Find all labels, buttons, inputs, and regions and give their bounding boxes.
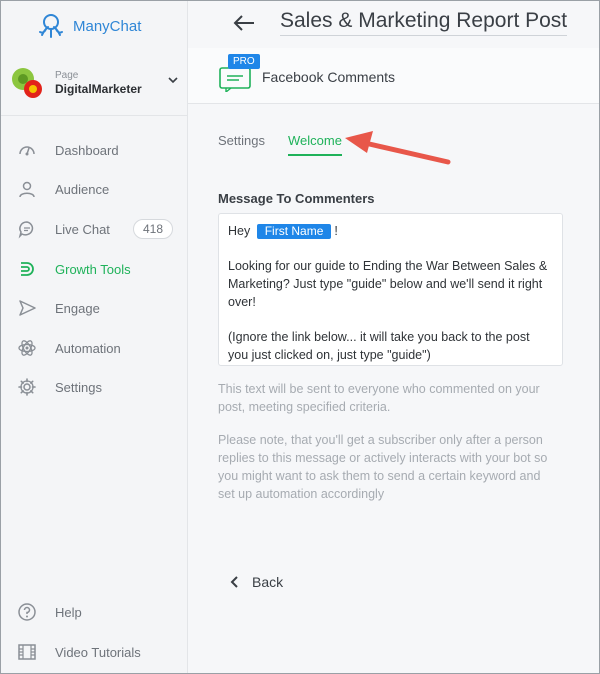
tab-welcome[interactable]: Welcome xyxy=(288,133,342,156)
first-name-chip[interactable]: First Name xyxy=(256,224,332,239)
sidebar-divider xyxy=(1,115,188,116)
sidebar-item-label: Settings xyxy=(55,379,102,395)
back-arrow-icon[interactable] xyxy=(232,11,256,35)
sidebar-item-engage[interactable]: Engage xyxy=(1,293,188,323)
greeting-punct: ! xyxy=(334,224,338,238)
sidebar-item-label: Dashboard xyxy=(55,142,119,158)
page-avatar xyxy=(9,65,45,101)
page-name: DigitalMarketer xyxy=(55,82,142,96)
pro-badge: PRO xyxy=(228,54,260,69)
manychat-logo-icon xyxy=(39,14,63,38)
sidebar: ManyChat Page DigitalMarketer Dashboard … xyxy=(1,1,188,673)
help-icon xyxy=(18,603,36,621)
main-panel: Sales & Marketing Report Post PRO Facebo… xyxy=(188,1,599,673)
sidebar-item-dashboard[interactable]: Dashboard xyxy=(1,135,188,165)
send-icon xyxy=(19,300,36,316)
dashboard-icon xyxy=(19,146,35,156)
message-textarea[interactable]: Hey First Name! Looking for our guide to… xyxy=(218,213,563,366)
message-paragraph-2: (Ignore the link below... it will take y… xyxy=(228,330,530,362)
sidebar-item-help[interactable]: Help xyxy=(1,597,188,627)
tab-settings[interactable]: Settings xyxy=(218,133,265,148)
user-icon xyxy=(19,181,35,198)
magnet-icon xyxy=(21,262,34,276)
page-title[interactable]: Sales & Marketing Report Post xyxy=(280,9,568,36)
sidebar-item-settings[interactable]: Settings xyxy=(1,372,188,402)
widget-title: Facebook Comments xyxy=(262,69,396,85)
message-paragraph-1: Looking for our guide to Ending the War … xyxy=(228,259,548,309)
back-label: Back xyxy=(252,574,284,590)
atom-icon xyxy=(18,340,36,356)
widget-header: PRO Facebook Comments xyxy=(188,48,599,104)
sidebar-item-video-tutorials[interactable]: Video Tutorials xyxy=(1,637,188,667)
sidebar-item-label: Growth Tools xyxy=(55,261,131,277)
hint-text: This text will be sent to everyone who c… xyxy=(218,382,540,414)
brand-name: ManyChat xyxy=(73,17,142,35)
chat-icon xyxy=(18,221,34,239)
gear-icon xyxy=(18,378,36,396)
back-button[interactable]: Back xyxy=(228,571,283,593)
sidebar-item-live-chat[interactable]: Live Chat 418 xyxy=(1,214,188,244)
note-text: Please note, that you'll get a subscribe… xyxy=(218,433,548,501)
greeting-text: Hey xyxy=(228,224,251,238)
annotation-arrow-icon xyxy=(345,131,451,165)
sidebar-item-growth-tools[interactable]: Growth Tools xyxy=(1,254,188,284)
page-avatar-image xyxy=(12,68,42,98)
chevron-left-icon xyxy=(230,576,238,588)
sidebar-item-label: Help xyxy=(55,604,82,620)
brand-logo[interactable]: ManyChat xyxy=(37,13,141,39)
page-switcher[interactable]: Page DigitalMarketer xyxy=(9,65,184,101)
sidebar-item-label: Live Chat xyxy=(55,221,110,237)
top-bar: Sales & Marketing Report Post xyxy=(188,1,599,47)
sidebar-item-audience[interactable]: Audience xyxy=(1,174,188,204)
chevron-down-icon[interactable] xyxy=(168,75,178,85)
sidebar-item-label: Engage xyxy=(55,300,100,316)
page-label: Page xyxy=(55,70,79,81)
message-section-label: Message To Commenters xyxy=(218,191,375,206)
live-chat-count-badge: 418 xyxy=(133,219,174,239)
sidebar-item-automation[interactable]: Automation xyxy=(1,333,188,363)
film-icon xyxy=(18,644,36,660)
sidebar-item-label: Audience xyxy=(55,181,110,197)
sidebar-item-label: Video Tutorials xyxy=(55,644,141,660)
sidebar-item-label: Automation xyxy=(55,340,121,356)
